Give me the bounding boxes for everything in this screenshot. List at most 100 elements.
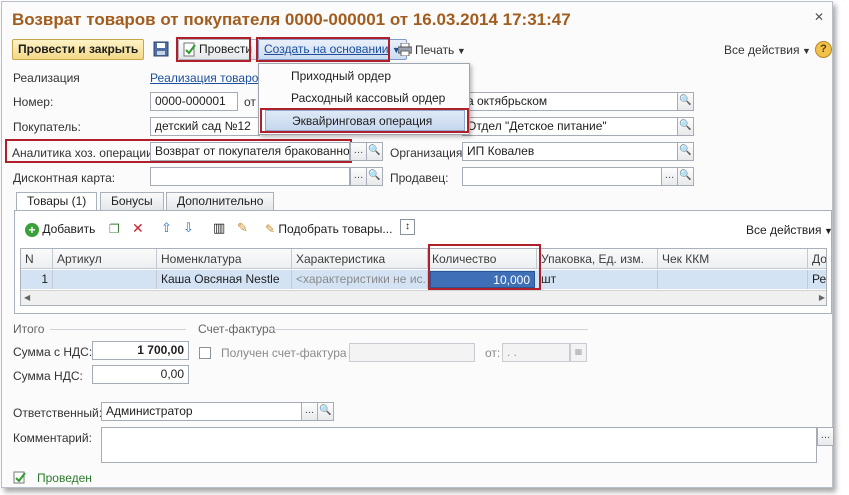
pencil-icon[interactable]: ✎ <box>237 220 248 236</box>
invoice-received-checkbox[interactable] <box>199 347 211 359</box>
analytics-field[interactable]: Возврат от покупателя бракованного т <box>150 142 350 161</box>
print-button[interactable]: Печать ▼ <box>415 43 466 57</box>
invoice-from-label: от: <box>485 346 501 360</box>
contract-field[interactable]: Отдел "Детское питание" <box>462 117 678 136</box>
search-icon[interactable]: 🔍 <box>317 402 334 421</box>
invoice-number-field <box>349 343 475 362</box>
cell-nomenclature[interactable]: Каша Овсяная Nestle <box>157 270 292 289</box>
highlight-quantity <box>428 244 541 290</box>
pick-goods-label: Подобрать товары... <box>278 222 393 236</box>
tab-goods[interactable]: Товары (1) <box>16 192 98 211</box>
cell-n: 1 <box>21 270 53 289</box>
tab-additional[interactable]: Дополнительно <box>166 192 275 210</box>
posted-icon <box>13 471 27 484</box>
ellipsis-button[interactable]: … <box>350 142 367 161</box>
card-field[interactable] <box>150 167 350 186</box>
warehouse-field[interactable]: а октябрьском <box>462 92 678 111</box>
highlight-acquiring <box>260 108 469 133</box>
col-header-nomenclature[interactable]: Номенклатура <box>157 249 292 269</box>
comment-field[interactable] <box>101 427 817 463</box>
scroll-left-icon[interactable]: ◀ <box>24 293 30 302</box>
move-down-icon[interactable]: ⇩ <box>183 220 194 236</box>
page-title: Возврат товаров от покупателя 0000-00000… <box>12 10 571 29</box>
pick-goods-button[interactable]: ✎ Подобрать товары... <box>265 221 392 237</box>
highlight-create-based-on <box>256 37 390 62</box>
ellipsis-button[interactable]: … <box>350 167 367 186</box>
help-icon[interactable]: ? <box>815 41 832 58</box>
search-icon[interactable]: 🔍 <box>677 167 694 186</box>
buyer-label: Покупатель: <box>13 120 81 134</box>
ellipsis-button[interactable]: … <box>817 427 834 446</box>
cell-characteristic[interactable]: <характеристики не ис... <box>292 270 428 289</box>
org-field[interactable]: ИП Ковалев <box>462 142 678 161</box>
divider <box>50 329 186 330</box>
tab-bonuses[interactable]: Бонусы <box>100 192 164 210</box>
totals-section-title: Итого <box>13 322 45 336</box>
goods-panel: + Добавить ❐ ✕ ⇧ ⇩ ▥ ✎ ✎ Подобрать товар… <box>14 210 833 314</box>
invoice-date-field: . . <box>502 343 570 362</box>
col-header-article[interactable]: Артикул <box>53 249 157 269</box>
goods-table[interactable]: N Артикул Номенклатура Характеристика Ко… <box>20 248 827 306</box>
ellipsis-button[interactable]: … <box>301 402 318 421</box>
save-icon[interactable] <box>153 41 169 57</box>
close-icon[interactable]: ✕ <box>812 10 826 24</box>
col-header-package[interactable]: Упаковка, Ед. изм. <box>537 249 658 269</box>
from-label: от <box>244 95 256 109</box>
comment-label: Комментарий: <box>13 431 92 445</box>
scroll-right-icon[interactable]: ▶ <box>819 293 825 302</box>
org-label: Организация: <box>390 146 466 160</box>
buyer-field[interactable]: детский сад №12 <box>150 117 260 136</box>
post-and-close-button[interactable]: Провести и закрыть <box>12 39 145 60</box>
search-icon[interactable]: 🔍 <box>677 117 694 136</box>
seller-field[interactable] <box>462 167 662 186</box>
expand-icon[interactable]: ↕ <box>400 219 415 235</box>
col-header-characteristic[interactable]: Характеристика <box>292 249 428 269</box>
vat-label: Сумма НДС: <box>13 369 83 383</box>
tab-all-actions-button[interactable]: Все действия ▼ <box>746 222 833 239</box>
sum-vat-field: 1 700,00 <box>92 341 189 360</box>
col-header-extra[interactable]: До <box>808 249 826 269</box>
chevron-down-icon: ▼ <box>821 226 833 236</box>
tab-all-actions-label: Все действия <box>746 223 822 237</box>
menu-item-cash-order[interactable]: Расходный кассовый ордер <box>265 88 465 109</box>
move-up-icon[interactable]: ⇧ <box>161 220 172 236</box>
realization-label: Реализация <box>13 71 80 85</box>
delete-icon[interactable]: ✕ <box>132 220 144 236</box>
cell-package[interactable]: шт <box>537 270 658 289</box>
responsible-field[interactable]: Администратор <box>101 402 302 421</box>
chevron-down-icon: ▼ <box>799 46 811 56</box>
search-icon[interactable]: 🔍 <box>366 167 383 186</box>
horizontal-scrollbar[interactable]: ◀ ▶ <box>21 290 826 305</box>
realization-link[interactable]: Реализация товаров <box>150 71 265 85</box>
search-icon[interactable]: 🔍 <box>677 142 694 161</box>
cell-article[interactable] <box>53 270 157 289</box>
search-icon[interactable]: 🔍 <box>677 92 694 111</box>
copy-icon[interactable]: ❐ <box>109 221 120 237</box>
highlight-post <box>176 37 251 62</box>
add-icon: + <box>25 222 39 237</box>
col-header-n[interactable]: N <box>21 249 53 269</box>
add-button[interactable]: + Добавить <box>25 221 95 237</box>
invoice-received-label: Получен счет-фактура N: <box>221 346 362 360</box>
seller-label: Продавец: <box>390 171 449 185</box>
number-field[interactable]: 0000-000001 <box>150 92 238 111</box>
all-actions-label: Все действия <box>724 43 800 57</box>
document-window: Возврат товаров от покупателя 0000-00000… <box>1 1 834 488</box>
barcode-icon[interactable]: ▥ <box>213 220 225 236</box>
col-header-receipt[interactable]: Чек ККМ <box>658 249 808 269</box>
responsible-label: Ответственный: <box>13 406 103 420</box>
all-actions-button[interactable]: Все действия ▼ <box>724 43 811 57</box>
add-label: Добавить <box>42 222 96 236</box>
status-label: Проведен <box>37 471 92 485</box>
invoice-section-title: Счет-фактура <box>198 322 276 336</box>
vat-field: 0,00 <box>92 365 189 384</box>
printer-icon <box>397 42 413 57</box>
cell-extra[interactable]: Ре <box>808 270 826 289</box>
cell-receipt[interactable] <box>658 270 808 289</box>
calendar-icon: ▦ <box>570 343 587 362</box>
card-label: Дисконтная карта: <box>13 171 116 185</box>
menu-item-incoming-order[interactable]: Приходный ордер <box>265 66 465 87</box>
sum-vat-label: Сумма с НДС: <box>13 345 93 359</box>
ellipsis-button[interactable]: … <box>661 167 678 186</box>
search-icon[interactable]: 🔍 <box>366 142 383 161</box>
